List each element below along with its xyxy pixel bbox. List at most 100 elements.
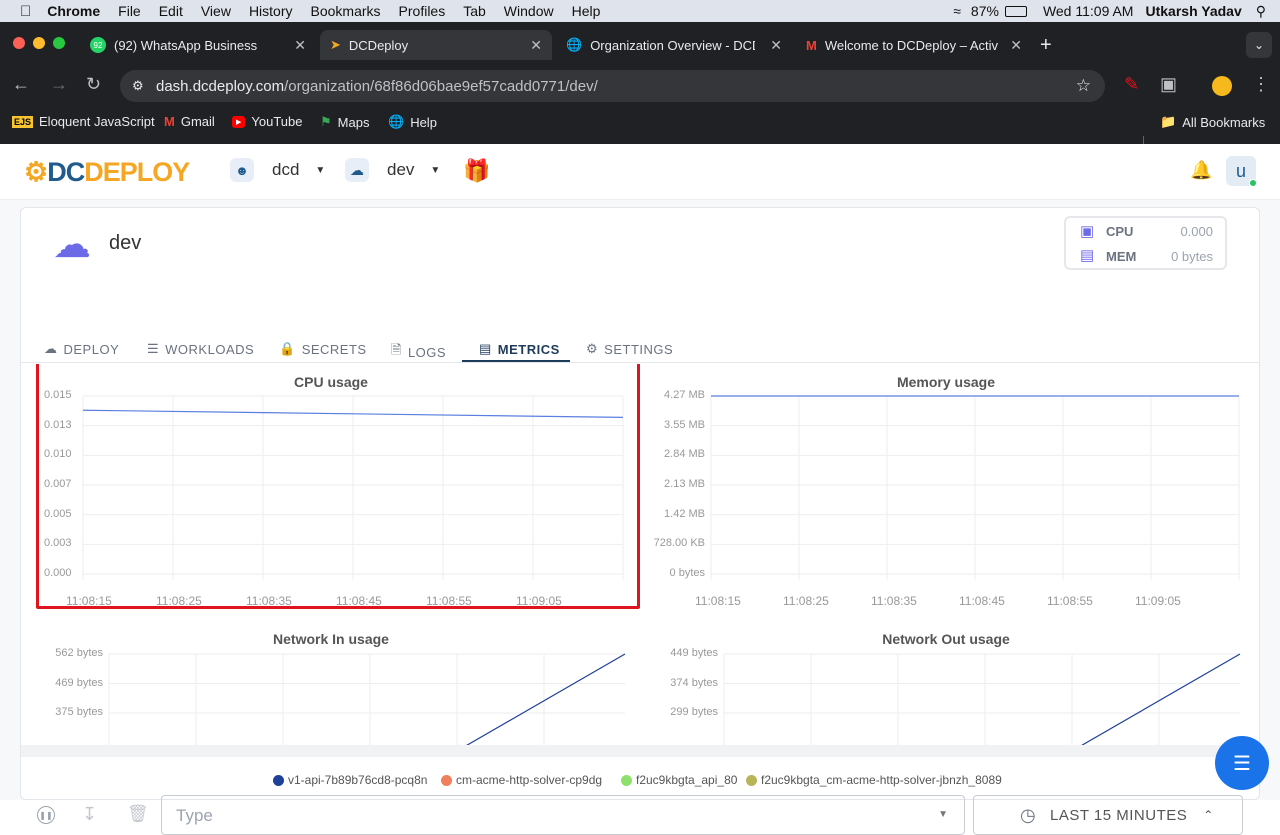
- chevron-up-icon: ⌃: [1203, 808, 1214, 822]
- legend-item[interactable]: v1-api-7b89b76cd8-pcq8n: [273, 773, 427, 787]
- chart-title-network-out: Network Out usage: [882, 631, 1010, 647]
- profile-avatar[interactable]: [1212, 76, 1232, 96]
- tab-label: METRICS: [497, 341, 560, 357]
- lock-icon: 🔒: [279, 341, 296, 356]
- bookmark-eloquent-js[interactable]: EJS Eloquent JavaScript: [12, 114, 155, 129]
- clock-icon: ◷: [1020, 804, 1036, 825]
- new-tab-icon[interactable]: +: [1040, 34, 1052, 57]
- delete-icon[interactable]: 🗑: [127, 804, 149, 824]
- user-name[interactable]: Utkarsh Yadav: [1145, 3, 1241, 19]
- tab-deploy[interactable]: ☁ DEPLOY: [44, 341, 119, 357]
- bookmark-star-icon[interactable]: ☆: [1076, 76, 1091, 96]
- youtube-icon: ▶: [232, 115, 246, 128]
- menu-edit[interactable]: Edit: [159, 3, 183, 19]
- legend-item[interactable]: f2uc9kbgta_api_80: [621, 773, 737, 787]
- chat-support-button[interactable]: ☰: [1215, 736, 1269, 790]
- type-placeholder: Type: [176, 806, 213, 825]
- tab-dcdeploy[interactable]: ➤ DCDeploy ✕: [320, 30, 552, 60]
- gmail-icon: M: [164, 114, 175, 129]
- menu-help[interactable]: Help: [572, 3, 601, 19]
- x-tick-label: 11:08:15: [695, 594, 741, 608]
- menu-file[interactable]: File: [118, 3, 141, 19]
- org-selector[interactable]: ☻ dcd ▼: [230, 158, 325, 182]
- type-select[interactable]: Type ▼: [161, 795, 965, 835]
- tab-title: Welcome to DCDeploy – Activ: [824, 37, 999, 53]
- tab-logs[interactable]: 🗎 LOGS: [391, 341, 446, 363]
- forward-icon[interactable]: →: [50, 74, 68, 95]
- dcdeploy-logo[interactable]: ⚙DCDEPLOY: [24, 157, 190, 188]
- extensions-icon[interactable]: ▣: [1160, 74, 1177, 95]
- tab-label: WORKLOADS: [165, 341, 255, 357]
- horizontal-scrollbar[interactable]: [21, 745, 1247, 757]
- menu-window[interactable]: Window: [504, 3, 554, 19]
- cpu-value: 0.000: [1180, 224, 1213, 239]
- close-tab-icon[interactable]: ✕: [530, 37, 542, 54]
- legend-item[interactable]: f2uc9kbgta_cm-acme-http-solver-jbnzh_808…: [746, 773, 1002, 787]
- menu-view[interactable]: View: [201, 3, 231, 19]
- menu-history[interactable]: History: [249, 3, 293, 19]
- menu-tab[interactable]: Tab: [463, 3, 486, 19]
- tab-workloads[interactable]: ☰ WORKLOADS: [147, 341, 254, 357]
- dcdeploy-favicon-icon: ➤: [330, 37, 341, 52]
- server-icon: ☰: [147, 341, 160, 356]
- bookmark-help[interactable]: 🌐 Help: [388, 114, 437, 130]
- tab-title: Organization Overview - DCD: [590, 37, 756, 53]
- org-name: dcd: [272, 160, 300, 179]
- wifi-icon[interactable]: ≈: [953, 3, 961, 19]
- bookmark-maps[interactable]: ⚑ Maps: [320, 114, 369, 130]
- time-range-button[interactable]: ◷ LAST 15 MINUTES ⌃: [973, 795, 1243, 835]
- close-tab-icon[interactable]: ✕: [1010, 37, 1022, 54]
- cpu-chart-highlight-box: [36, 364, 640, 609]
- tab-welcome-gmail[interactable]: M Welcome to DCDeploy – Activ ✕: [796, 30, 1032, 60]
- tab-label: SETTINGS: [604, 341, 674, 357]
- y-tick-label: 728.00 KB: [653, 537, 705, 550]
- site-info-icon[interactable]: ⚙: [132, 78, 144, 94]
- bookmark-gmail[interactable]: M Gmail: [164, 114, 215, 129]
- tab-organization-overview[interactable]: 🌐 Organization Overview - DCD ✕: [556, 30, 792, 60]
- gift-icon[interactable]: 🎁: [463, 158, 490, 184]
- clock[interactable]: Wed 11:09 AM: [1043, 3, 1134, 19]
- tab-secrets[interactable]: 🔒 SECRETS: [279, 341, 367, 357]
- apple-icon[interactable]: : [20, 3, 31, 20]
- globe-icon: 🌐: [566, 37, 583, 52]
- tab-settings[interactable]: ⚙ SETTINGS: [586, 341, 673, 357]
- env-selector[interactable]: ☁ dev ▼: [345, 158, 440, 182]
- bookmark-youtube[interactable]: ▶ YouTube: [232, 114, 302, 129]
- legend-item[interactable]: cm-acme-http-solver-cp9dg: [441, 773, 602, 787]
- menu-profiles[interactable]: Profiles: [399, 3, 446, 19]
- menu-bookmarks[interactable]: Bookmarks: [311, 3, 381, 19]
- tab-label: LOGS: [407, 344, 447, 360]
- back-icon[interactable]: ←: [12, 74, 30, 95]
- minimize-window-button[interactable]: [33, 37, 45, 49]
- close-tab-icon[interactable]: ✕: [770, 37, 782, 54]
- x-tick-label: 11:09:05: [1135, 594, 1181, 608]
- extension-pen-icon[interactable]: ✎: [1124, 74, 1139, 95]
- bookmark-label: YouTube: [251, 114, 303, 129]
- download-icon[interactable]: ↧: [82, 804, 97, 825]
- notification-bell-icon[interactable]: 🔔: [1190, 160, 1212, 181]
- spotlight-icon[interactable]: ⚲: [1256, 3, 1266, 20]
- caret-down-icon: ▼: [938, 809, 948, 820]
- menu-app-chrome[interactable]: Chrome: [47, 3, 100, 19]
- cpu-label: CPU: [1106, 224, 1134, 239]
- tab-search-icon[interactable]: ⌄: [1246, 32, 1272, 58]
- chrome-menu-icon[interactable]: ⋮: [1252, 74, 1270, 95]
- close-tab-icon[interactable]: ✕: [294, 37, 306, 54]
- tab-label: SECRETS: [301, 341, 367, 357]
- y-tick-label: 2.84 MB: [664, 448, 705, 461]
- reload-icon[interactable]: ↻: [86, 74, 101, 95]
- legend-color-dot: [441, 774, 452, 786]
- pause-button[interactable]: ❚❚: [37, 806, 55, 824]
- y-tick-label: 374 bytes: [670, 676, 718, 689]
- tab-metrics[interactable]: ▤ METRICS: [479, 341, 560, 357]
- metrics-panel: CPU usage Memory usage Network In usage …: [21, 364, 1247, 745]
- close-window-button[interactable]: [13, 37, 25, 49]
- caret-down-icon: ▼: [315, 164, 326, 176]
- all-bookmarks[interactable]: 📁 All Bookmarks: [1160, 114, 1265, 130]
- zoom-window-button[interactable]: [53, 37, 65, 49]
- legend-label: f2uc9kbgta_api_80: [636, 773, 738, 787]
- battery-icon[interactable]: [1004, 5, 1027, 17]
- address-bar[interactable]: ⚙ dash.dcdeploy.com /organization/68f86d…: [120, 70, 1105, 102]
- tab-whatsapp[interactable]: 92 (92) WhatsApp Business ✕: [80, 30, 316, 60]
- y-tick-label: 0 bytes: [669, 567, 705, 579]
